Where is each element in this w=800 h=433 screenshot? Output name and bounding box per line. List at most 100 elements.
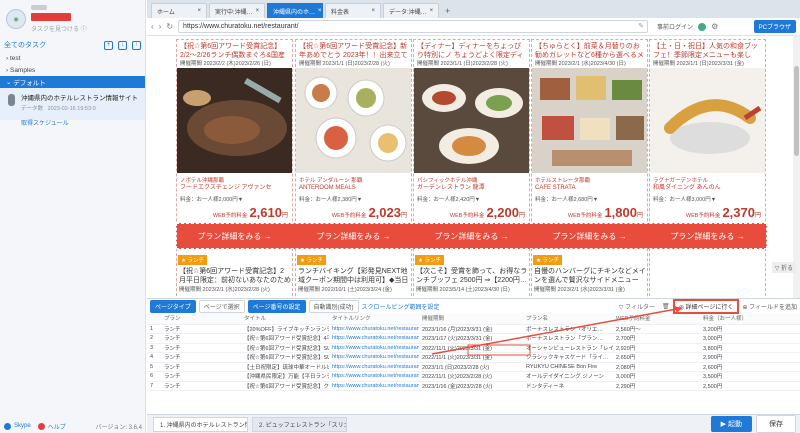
export-icon[interactable]: ↑ <box>132 40 141 50</box>
plan-title[interactable]: 【ちゅらとく】前菜＆月替りのお勧めガレットなど6種から選べるメイン料… <box>532 40 647 58</box>
google-icon[interactable] <box>698 22 707 31</box>
step-tab-1[interactable]: 1. 沖縄県内のホテルレストラン情… <box>153 416 248 432</box>
tree-item-default[interactable]: ⌄ デフォルト <box>0 76 145 88</box>
close-icon[interactable]: × <box>430 8 434 14</box>
plan-title[interactable]: ランチバイキング【彩発見NEXT地域クーポン期間中は利用可】◆当日13… <box>298 267 410 285</box>
task-item[interactable]: 沖縄県内のホテルレストラン情報サイト データ数 2023-02-16 19:53… <box>0 88 145 127</box>
page-scrollbar[interactable] <box>793 36 800 298</box>
restaurant-name[interactable]: フードエクスチェンジ アヴァンセ <box>177 184 292 192</box>
edit-icon[interactable]: ✎ <box>638 21 644 32</box>
plan-title[interactable]: 【次こそ】受賞を飾って、お得なランチブッフェ 2500円 ⇒【2200円… <box>416 267 528 285</box>
table-row[interactable]: 7ランチ【祝☆第6回アワード受賞記念】クリ…https://www.churat… <box>147 381 800 391</box>
column-header[interactable]: 料金（お一人様） <box>700 313 800 325</box>
plan-title[interactable]: 【祝☆第6回アワード受賞記念】新年あめでとう 2023年！！出来立てバス… <box>296 40 411 58</box>
scroll-range-link[interactable]: スクロールビング範囲を設定 <box>362 302 440 311</box>
plan-card[interactable]: 【土・日・祝日】人気の和食ブッフェ！季節限定メニューも楽しみ… 開催期間 202… <box>649 39 766 298</box>
add-field-button[interactable]: ⊕ フィールドを追加 <box>742 302 797 311</box>
filter-button[interactable]: ▽ フィルター <box>619 302 655 311</box>
fold-button[interactable]: ▽ 折る <box>771 262 796 273</box>
new-tab-button[interactable]: + <box>441 4 454 18</box>
column-header[interactable]: プラン名 <box>523 313 613 325</box>
page-type-select[interactable]: ページで選択 <box>198 299 245 313</box>
table-cell: ランチ <box>161 324 241 334</box>
lunch-tag: ★ ランチ <box>533 255 562 265</box>
column-header[interactable]: タイトル <box>241 313 329 325</box>
new-folder-icon[interactable]: + <box>104 40 113 50</box>
url-input[interactable]: https://www.churatoku.net/restaurant/ ✎ <box>178 20 649 33</box>
close-icon[interactable]: × <box>197 8 201 14</box>
table-cell: オールデイダイニング ジノーン <box>523 371 613 382</box>
reload-icon[interactable]: ↻ <box>166 22 173 31</box>
table-row[interactable]: 3 ランチ 【祝☆第6回アワード受賞記念】SUI… https://www.chura… <box>147 343 800 353</box>
tab-price-list[interactable]: 料金表 × <box>325 3 381 18</box>
tab-label: データ:沖縄… <box>389 9 427 16</box>
help-link[interactable]: ヘルプ <box>48 422 66 431</box>
tree-item-label: デフォルト <box>13 80 46 87</box>
scrollbar-thumb[interactable] <box>794 66 799 156</box>
close-icon[interactable]: × <box>256 8 260 14</box>
page-number-chip[interactable]: ページ番号の設定 <box>247 299 306 313</box>
plan-detail-button[interactable]: プラン詳細をみる → <box>413 231 530 242</box>
schedule-link[interactable]: 取得スケジュール <box>21 118 139 127</box>
tree-item-samples[interactable]: › Samples <box>0 64 145 76</box>
plan-photo[interactable] <box>650 68 765 173</box>
task-toolbar: 全てのタスク + ↓ ↑ <box>0 38 145 52</box>
step-tab-2[interactable]: 2. ピュッフェレストラン「スリゴ… <box>252 416 347 432</box>
delete-icon[interactable]: 🗑 <box>662 303 670 310</box>
import-icon[interactable]: ↓ <box>118 40 127 50</box>
plan-title[interactable]: 【ディナー】ディナーをちょっぴり特別にノ ちょうどよく限定ディナーで沖… <box>414 40 529 58</box>
forward-icon[interactable]: › <box>159 22 162 31</box>
plan-title[interactable]: 【土・日・祝日】人気の和食ブッフェ！季節限定メニューも楽しみ… <box>650 40 765 58</box>
back-icon[interactable]: ‹ <box>151 22 154 31</box>
table-cell: ランチ <box>161 333 241 344</box>
all-tasks-label[interactable]: 全てのタスク <box>4 40 46 50</box>
app-logo-icon: ◉ <box>6 9 26 29</box>
table-row[interactable]: 1 ランチ 【20%OFF】ライブキッチンランチ… https://www.chura… <box>147 324 800 334</box>
table-row[interactable]: 5ランチ【土日祝限定】琉球中華オードルビュ…https://www.churat… <box>147 362 800 372</box>
restaurant-name[interactable]: ガーデンレストラン 龍潭 <box>414 184 529 192</box>
plan-detail-button[interactable]: プラン詳細をみる → <box>649 231 766 242</box>
restaurant-name[interactable]: ANTEROOM MEALS <box>296 184 411 192</box>
plan-detail-button[interactable]: プラン詳細をみる → <box>531 231 648 242</box>
plan-detail-button[interactable]: プラン詳細をみる → <box>295 231 412 242</box>
tab-running[interactable]: 実行中:沖縄… × <box>209 3 265 18</box>
close-icon[interactable]: × <box>318 8 322 14</box>
column-header[interactable]: WEB予約料金 <box>613 313 700 325</box>
pc-browser-button[interactable]: PCブラウザ <box>753 20 796 33</box>
plan-detail-button[interactable]: プラン詳細をみる → <box>176 231 293 242</box>
tab-okinawa-hotel[interactable]: 沖縄県内のホ… × <box>267 3 323 18</box>
pre-login-link[interactable]: 事前ログイン <box>657 22 693 31</box>
column-header[interactable]: 開催期間 <box>419 313 523 325</box>
find-task-hint[interactable]: タスクを見つける ⓘ <box>31 24 87 33</box>
plan-title[interactable]: 【祝☆第6回アワード受賞記念】2/2～2/26ランチ偶数まぐろ&国産和牛食… <box>177 40 292 58</box>
plan-title[interactable]: 自慢のハンバーグにチキンなどメインを選んで贅沢なサイドメニューは… <box>534 267 646 285</box>
tree-item-test[interactable]: › test <box>0 52 145 64</box>
table-row[interactable]: 4 ランチ 【祝☆第6回アワード受賞記念】SUI… https://www.chura… <box>147 352 800 363</box>
table-cell: 2022/11/1 (火)2023/2/28 (火) <box>419 371 523 382</box>
page-type-chip[interactable]: ページタイプ <box>150 299 196 313</box>
column-header[interactable] <box>147 313 161 325</box>
plan-photo[interactable] <box>177 68 292 173</box>
regular-price: 料金：お一人様2,380円▼ <box>299 197 363 203</box>
skype-link[interactable]: Skype <box>14 423 31 429</box>
plan-title[interactable]: 【祝☆第6回アワード受賞記念】2月平日限定：前初ないあなたのための… <box>179 267 291 285</box>
plan-photo[interactable] <box>296 68 411 173</box>
column-header[interactable]: プラン <box>161 313 241 325</box>
close-icon[interactable]: × <box>371 8 375 14</box>
plan-photo[interactable] <box>414 68 529 173</box>
save-button[interactable]: 保存 <box>756 415 796 433</box>
tab-data[interactable]: データ:沖縄… × <box>383 3 439 18</box>
tab-home[interactable]: ホーム × <box>151 3 207 18</box>
auto-detect-chip[interactable]: 自動識別(成功) <box>308 299 359 313</box>
restaurant-name[interactable]: CAFE STRATA <box>532 184 647 192</box>
column-header[interactable]: タイトルリンク <box>329 313 419 325</box>
settings-icon[interactable]: ⚙ <box>711 22 718 31</box>
plan-photo[interactable] <box>532 68 647 173</box>
table-row[interactable]: 2ランチ【祝☆第6回アワード受賞記念】4平日…https://www.chura… <box>147 333 800 344</box>
url-text: https://www.churatoku.net/restaurant/ <box>183 23 299 30</box>
go-detail-page-button[interactable]: ◎ 詳細ページに行く <box>672 298 740 314</box>
table-row[interactable]: 6 ランチ 【沖縄県民限定】万能【平日ランチ… https://www.churato… <box>147 371 800 382</box>
restaurant-name[interactable]: 和風ダイニング あんのん <box>650 184 765 192</box>
run-button[interactable]: ▶ 起動 <box>710 416 752 432</box>
web-page-viewport[interactable]: 【祝☆第6回アワード受賞記念】2/2～2/26ランチ偶数まぐろ&国産和牛食… 開… <box>147 36 800 298</box>
